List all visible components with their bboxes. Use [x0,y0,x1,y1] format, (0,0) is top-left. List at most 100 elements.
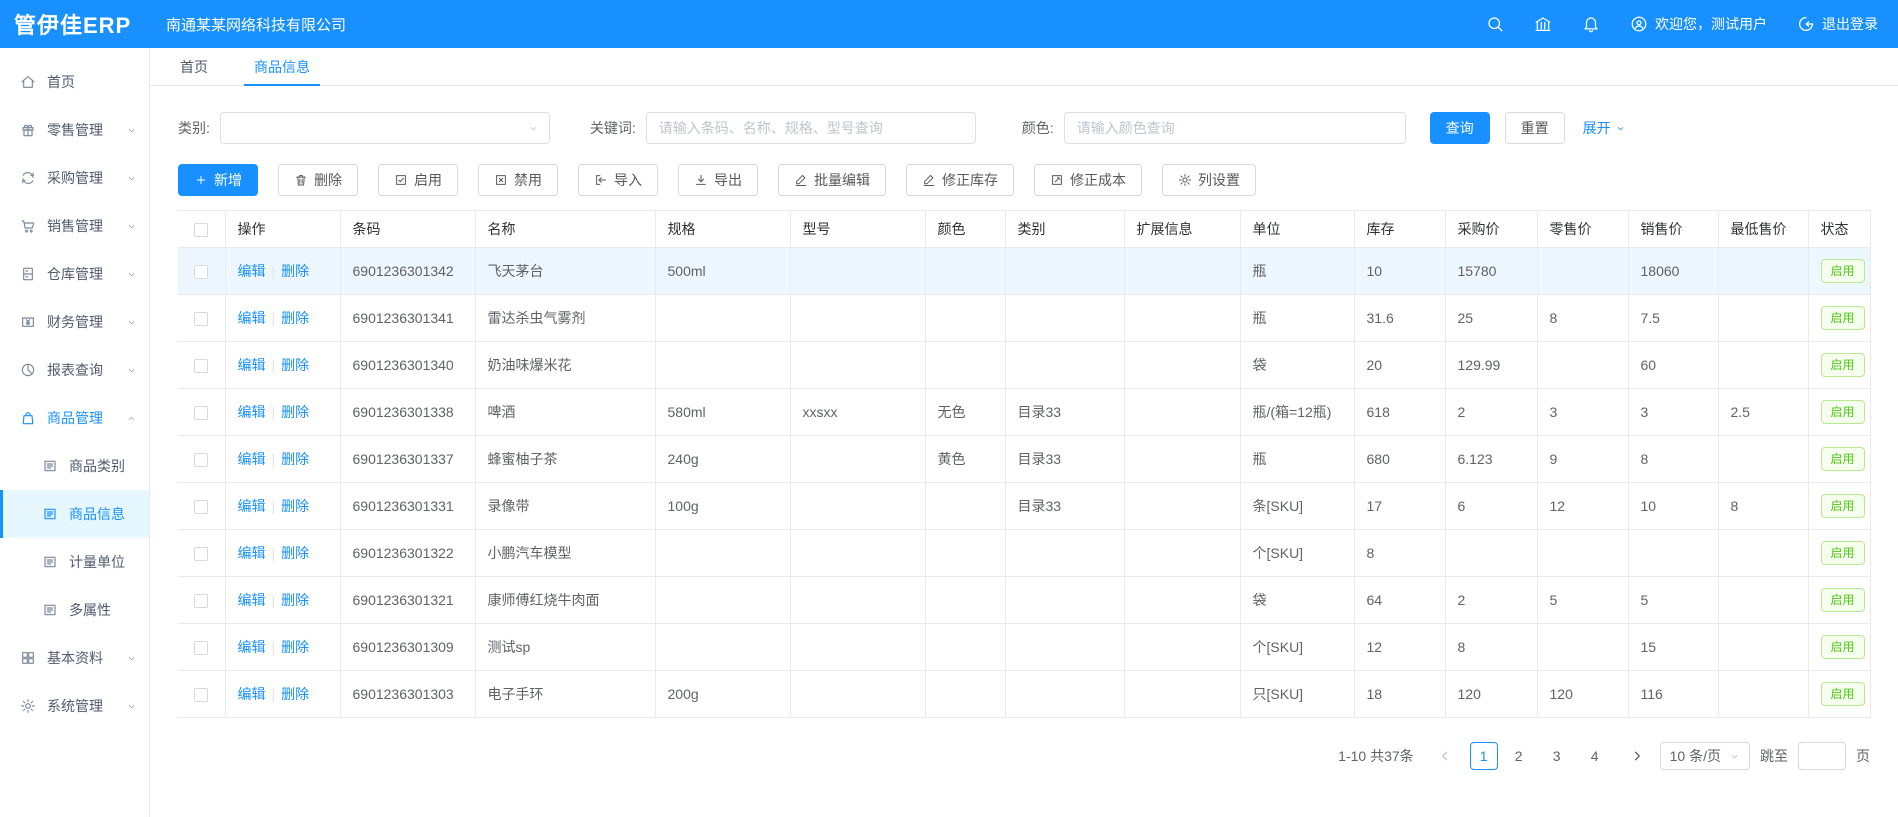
add-button[interactable]: 新增 [178,164,258,196]
edit-link[interactable]: 编辑 [238,639,266,655]
expand-label: 展开 [1583,118,1611,138]
logout-button[interactable]: 退出登录 [1797,14,1878,34]
edit-link[interactable]: 编辑 [238,451,266,467]
refresh-icon [20,170,36,186]
page-size-select[interactable]: 10 条/页 [1660,742,1750,770]
row-checkbox[interactable] [194,500,208,514]
sidebar-item-retail[interactable]: 零售管理 [0,106,149,154]
search-button[interactable]: 查询 [1430,112,1490,144]
cell-sale: 15 [1628,624,1718,671]
row-checkbox[interactable] [194,359,208,373]
delete-link[interactable]: 删除 [281,451,309,467]
search-icon[interactable] [1486,15,1504,33]
delete-link[interactable]: 删除 [281,498,309,514]
chevron-down-icon [1615,123,1626,134]
sidebar-item-label: 报表查询 [47,360,103,380]
user-menu[interactable]: 欢迎您，测试用户 [1630,14,1767,34]
sidebar-item-sales[interactable]: 销售管理 [0,202,149,250]
import-button[interactable]: 导入 [578,164,658,196]
next-page-button[interactable] [1624,742,1650,770]
ops-separator: | [272,310,276,326]
delete-link[interactable]: 删除 [281,357,309,373]
chevron-down-icon [528,123,539,134]
fix-stock-button[interactable]: 修正库存 [906,164,1014,196]
sidebar-item-reports[interactable]: 报表查询 [0,346,149,394]
cell-retail [1537,624,1628,671]
edit-link[interactable]: 编辑 [238,404,266,420]
edit-link[interactable]: 编辑 [238,592,266,608]
row-checkbox[interactable] [194,688,208,702]
tab-goods-info[interactable]: 商品信息 [254,48,310,85]
cell-sale: 8 [1628,436,1718,483]
page-3[interactable]: 3 [1543,742,1571,770]
header-checkbox[interactable] [194,223,208,237]
keyword-input[interactable] [646,112,976,144]
notifications-icon[interactable] [1582,15,1600,33]
export-button[interactable]: 导出 [678,164,758,196]
cell-name: 小鹏汽车模型 [475,530,655,577]
sidebar-item-goods-info[interactable]: 商品信息 [0,490,149,538]
row-checkbox[interactable] [194,265,208,279]
sidebar-item-label: 商品管理 [47,408,103,428]
page-2[interactable]: 2 [1505,742,1533,770]
row-checkbox[interactable] [194,453,208,467]
sidebar-item-purchase[interactable]: 采购管理 [0,154,149,202]
sidebar-item-finance[interactable]: 财务管理 [0,298,149,346]
delete-link[interactable]: 删除 [281,592,309,608]
jump-page-input[interactable] [1798,742,1846,770]
sidebar-item-units[interactable]: 计量单位 [0,538,149,586]
row-checkbox[interactable] [194,406,208,420]
cell-name: 蜂蜜柚子茶 [475,436,655,483]
sidebar-item-system[interactable]: 系统管理 [0,682,149,730]
delete-link[interactable]: 删除 [281,639,309,655]
checkbox-cell [178,248,225,295]
sidebar-item-basic-data[interactable]: 基本资料 [0,634,149,682]
cell-purchase: 120 [1445,671,1537,718]
page-4[interactable]: 4 [1581,742,1609,770]
column-settings-button[interactable]: 列设置 [1162,164,1256,196]
sidebar-item-home[interactable]: 首页 [0,58,149,106]
cell-unit: 只[SKU] [1240,671,1354,718]
reset-button[interactable]: 重置 [1505,112,1565,144]
sidebar-item-warehouse[interactable]: 仓库管理 [0,250,149,298]
row-checkbox[interactable] [194,547,208,561]
delete-link[interactable]: 删除 [281,263,309,279]
edit-link[interactable]: 编辑 [238,686,266,702]
cell-retail: 12 [1537,483,1628,530]
cell-purchase: 15780 [1445,248,1537,295]
sidebar-item-goods[interactable]: 商品管理 [0,394,149,442]
page-1[interactable]: 1 [1470,742,1498,770]
table-row: 编辑|删除6901236301321康师傅红烧牛肉面袋64255启用 [178,577,1870,624]
delete-link[interactable]: 删除 [281,545,309,561]
edit-link[interactable]: 编辑 [238,310,266,326]
edit-link[interactable]: 编辑 [238,357,266,373]
prev-page-button[interactable] [1432,742,1458,770]
status-cell: 启用 [1808,577,1870,624]
row-checkbox[interactable] [194,641,208,655]
sidebar-item-attributes[interactable]: 多属性 [0,586,149,634]
delete-link[interactable]: 删除 [281,404,309,420]
edit-link[interactable]: 编辑 [238,498,266,514]
expand-link[interactable]: 展开 [1583,118,1626,138]
sidebar-item-goods-category[interactable]: 商品类别 [0,442,149,490]
category-select[interactable] [220,112,550,144]
platform-icon[interactable] [1534,15,1552,33]
chevron-down-icon [126,125,137,136]
edit-link[interactable]: 编辑 [238,545,266,561]
chevron-up-icon [126,413,137,424]
batch-edit-button[interactable]: 批量编辑 [778,164,886,196]
enable-button[interactable]: 启用 [378,164,458,196]
delete-link[interactable]: 删除 [281,686,309,702]
color-input[interactable] [1064,112,1406,144]
delete-button[interactable]: 删除 [278,164,358,196]
cell-ext [1124,530,1240,577]
tab-home[interactable]: 首页 [180,48,208,85]
fix-cost-button[interactable]: 修正成本 [1034,164,1142,196]
cell-retail [1537,342,1628,389]
cell-category [1005,671,1124,718]
row-checkbox[interactable] [194,312,208,326]
row-checkbox[interactable] [194,594,208,608]
disable-button[interactable]: 禁用 [478,164,558,196]
edit-link[interactable]: 编辑 [238,263,266,279]
delete-link[interactable]: 删除 [281,310,309,326]
